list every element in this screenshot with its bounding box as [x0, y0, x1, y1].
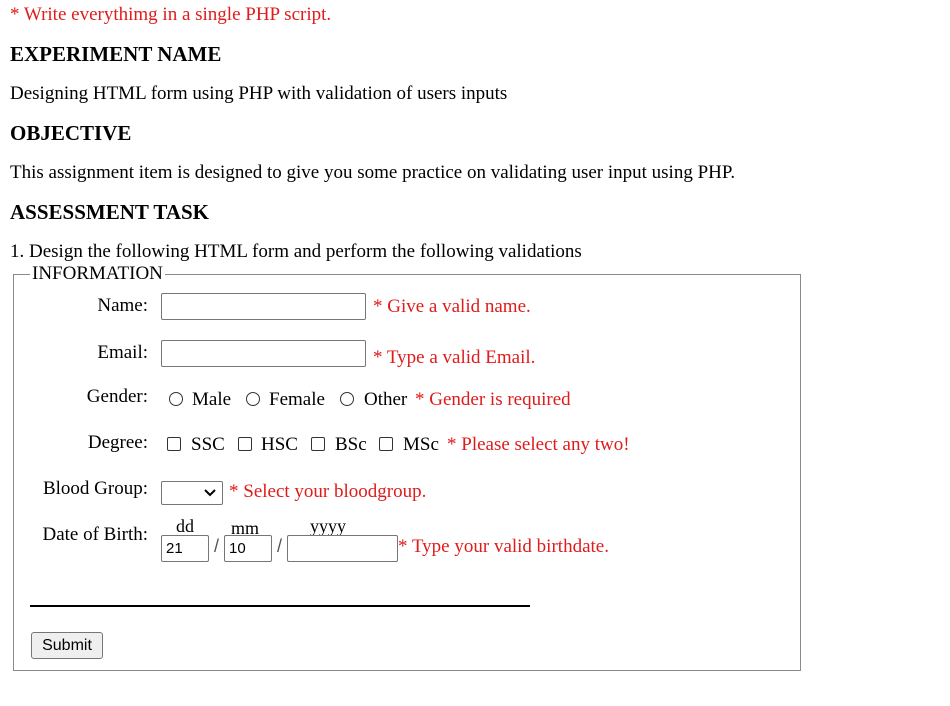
email-input[interactable]: [161, 340, 366, 367]
gender-male-radio[interactable]: [169, 392, 183, 406]
dob-row: Date of Birth: dd mm yyyy 21 / 10 / * Ty…: [14, 516, 794, 566]
assessment-text: 1. Design the following HTML form and pe…: [10, 241, 582, 262]
gender-error: * Gender is required: [415, 389, 571, 410]
degree-ssc-label: SSC: [191, 434, 225, 455]
blood-group-select[interactable]: [161, 481, 223, 505]
name-input[interactable]: [161, 293, 366, 320]
experiment-text: Designing HTML form using PHP with valid…: [10, 83, 508, 104]
degree-msc-label: MSc: [403, 434, 439, 455]
degree-label: Degree:: [87, 432, 148, 453]
fieldset-legend: INFORMATION: [30, 263, 165, 285]
gender-other-label: Other: [364, 389, 408, 410]
dob-label: Date of Birth:: [42, 524, 148, 545]
assessment-heading: ASSESSMENT TASK: [10, 200, 210, 224]
degree-hsc-checkbox[interactable]: [238, 437, 252, 451]
objective-heading: OBJECTIVE: [10, 121, 132, 145]
form-divider: [30, 605, 530, 607]
instruction-note: * Write everythimg in a single PHP scrip…: [10, 4, 332, 25]
gender-female-label: Female: [269, 389, 325, 410]
gender-row: Gender: Male Female Other * Gender is re…: [14, 385, 794, 415]
objective-text: This assignment item is designed to give…: [10, 162, 736, 183]
degree-error: * Please select any two!: [447, 434, 630, 455]
name-row: Name: * Give a valid name.: [14, 291, 794, 321]
gender-other-radio[interactable]: [340, 392, 354, 406]
dob-day-input[interactable]: 21: [161, 535, 209, 562]
chevron-down-icon: [204, 489, 216, 497]
blood-group-row: Blood Group: * Select your bloodgroup.: [14, 476, 794, 506]
email-row: Email: * Type a valid Email.: [14, 338, 794, 368]
gender-male-label: Male: [192, 389, 232, 410]
dob-separator-1: /: [214, 536, 220, 556]
dob-month-input[interactable]: 10: [224, 535, 272, 562]
experiment-heading: EXPERIMENT NAME: [10, 42, 222, 66]
dob-yyyy-hint: yyyy: [310, 516, 346, 536]
email-error: * Type a valid Email.: [373, 347, 536, 368]
degree-hsc-label: HSC: [261, 434, 298, 455]
name-error: * Give a valid name.: [373, 296, 531, 317]
information-fieldset: INFORMATION Name: * Give a valid name. E…: [13, 263, 801, 671]
dob-error: * Type your valid birthdate.: [398, 536, 609, 557]
degree-ssc-checkbox[interactable]: [167, 437, 181, 451]
name-label: Name:: [97, 295, 148, 316]
degree-row: Degree: SSC HSC BSc MSc * Please select …: [14, 430, 794, 460]
blood-group-label: Blood Group:: [42, 478, 148, 499]
email-label: Email:: [97, 342, 148, 363]
gender-label: Gender:: [86, 386, 148, 407]
dob-dd-hint: dd: [176, 516, 194, 536]
degree-bsc-label: BSc: [335, 434, 367, 455]
submit-button[interactable]: Submit: [31, 632, 103, 659]
degree-msc-checkbox[interactable]: [379, 437, 393, 451]
dob-year-input[interactable]: [287, 535, 398, 562]
gender-female-radio[interactable]: [246, 392, 260, 406]
degree-bsc-checkbox[interactable]: [311, 437, 325, 451]
blood-group-error: * Select your bloodgroup.: [229, 481, 427, 502]
dob-separator-2: /: [277, 536, 283, 556]
